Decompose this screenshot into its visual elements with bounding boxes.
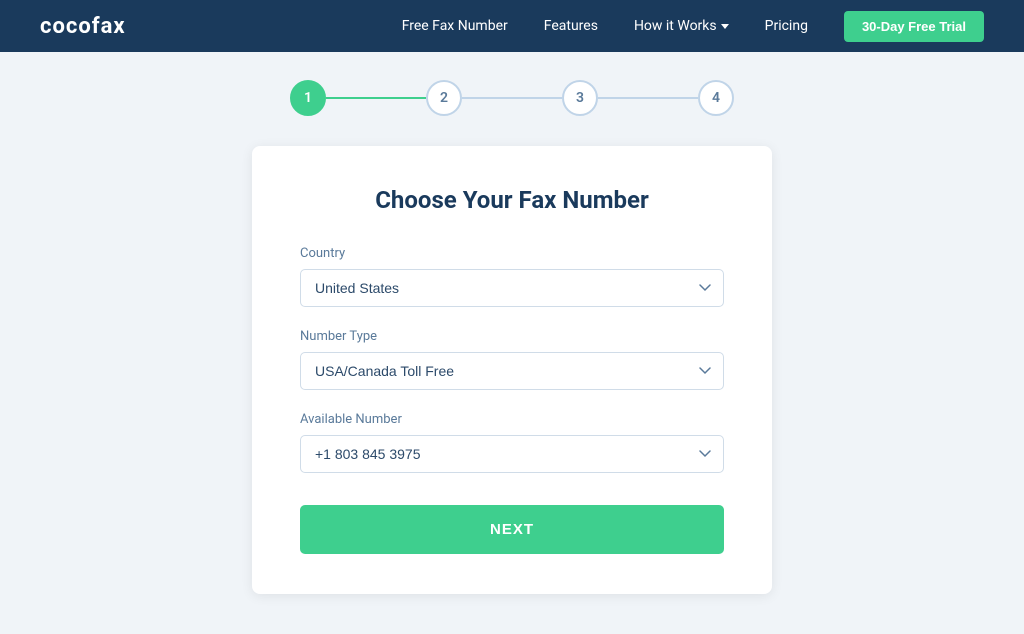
available-number-group: Available Number +1 803 845 3975 +1 803 …: [300, 412, 724, 473]
main-content: Choose Your Fax Number Country United St…: [0, 136, 1024, 634]
number-type-label: Number Type: [300, 329, 724, 344]
country-label: Country: [300, 246, 724, 261]
step-2[interactable]: 2: [426, 80, 462, 116]
country-group: Country United States Canada United King…: [300, 246, 724, 307]
step-line-1-2: [326, 97, 426, 99]
step-3[interactable]: 3: [562, 80, 598, 116]
number-type-select[interactable]: USA/Canada Toll Free Local: [300, 352, 724, 390]
nav-how-it-works[interactable]: How it Works: [634, 18, 729, 34]
step-line-2-3: [462, 97, 562, 99]
trial-button[interactable]: 30-Day Free Trial: [844, 11, 984, 42]
nav: Free Fax Number Features How it Works Pr…: [402, 11, 984, 42]
form-title: Choose Your Fax Number: [300, 186, 724, 214]
country-select[interactable]: United States Canada United Kingdom Aust…: [300, 269, 724, 307]
available-number-label: Available Number: [300, 412, 724, 427]
header: cocofax Free Fax Number Features How it …: [0, 0, 1024, 52]
nav-pricing[interactable]: Pricing: [765, 18, 808, 34]
stepper: 1 2 3 4: [290, 80, 734, 116]
chevron-down-icon: [721, 24, 729, 29]
stepper-container: 1 2 3 4: [0, 52, 1024, 136]
nav-features[interactable]: Features: [544, 18, 598, 34]
next-button[interactable]: NEXT: [300, 505, 724, 554]
step-1[interactable]: 1: [290, 80, 326, 116]
step-4[interactable]: 4: [698, 80, 734, 116]
logo: cocofax: [40, 14, 126, 39]
available-number-select[interactable]: +1 803 845 3975 +1 803 845 3976 +1 803 8…: [300, 435, 724, 473]
step-line-3-4: [598, 97, 698, 99]
number-type-group: Number Type USA/Canada Toll Free Local: [300, 329, 724, 390]
form-card: Choose Your Fax Number Country United St…: [252, 146, 772, 594]
nav-free-fax-number[interactable]: Free Fax Number: [402, 18, 508, 34]
